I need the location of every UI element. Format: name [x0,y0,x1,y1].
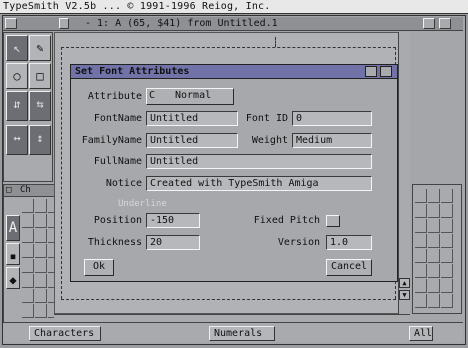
rectangle-tool-icon[interactable]: □ [29,63,51,89]
weight-label: Weight [251,135,288,146]
attribute-label: Attribute [87,91,142,102]
document-title: - 1: A (65, $41) from Untitled.1 [85,18,278,29]
fontname-label: FontName [93,113,142,124]
diamond-tool-icon[interactable]: ◆ [6,267,20,289]
vertical-scrollbar[interactable]: ▲ ▼ [398,32,410,314]
bottom-tab-bar: Characters Numerals All [3,322,463,342]
pointer-tool-icon[interactable]: ↖ [6,35,28,61]
familyname-label: FamilyName [81,135,142,146]
notice-label: Notice [105,178,142,189]
document-title-bar[interactable]: - 1: A (65, $41) from Untitled.1 [3,17,463,31]
cycle-icon: C [149,90,156,101]
toolbox: ↖ ✎ ○ □ ⇵ ⇆ ↔ ↕ [3,32,53,182]
version-field[interactable]: 1.0 [326,235,372,250]
measure-tool-icon[interactable]: ↕ [29,125,51,155]
position-label: Position [93,215,142,226]
attribute-value: Normal [175,90,212,101]
dialog-title: Set Font Attributes [75,66,190,77]
character-palette: □ Ch A ▪ ◆ [3,184,59,334]
fontname-field[interactable]: Untitled [146,111,238,126]
screen-title-bar[interactable]: TypeSmith V2.5b ... © 1991-1996 Reiog, I… [0,0,468,14]
left-bearing-guide [61,47,62,299]
position-field[interactable]: -150 [146,213,200,228]
fontid-label: Font ID [245,113,288,124]
knife-tool-icon[interactable]: ⇆ [29,91,51,121]
thickness-label: Thickness [87,237,142,248]
descender-guide [61,299,401,300]
palette-tool-icon[interactable]: ▪ [6,243,20,265]
palette-close-icon[interactable]: □ [6,185,11,195]
palette-column-label: Ch [20,185,31,195]
thickness-field[interactable]: 20 [146,235,200,250]
close-gadget-icon[interactable] [5,18,17,29]
fullname-label: FullName [93,156,142,167]
cancel-button[interactable]: Cancel [326,259,372,276]
ok-button[interactable]: Ok [84,259,114,276]
all-tab[interactable]: All [409,326,433,341]
scroll-up-icon[interactable]: ▲ [399,278,410,288]
center-guide [275,37,276,47]
character-palette-header[interactable]: □ Ch [4,185,58,197]
scroll-down-icon[interactable]: ▼ [399,290,410,300]
ellipse-tool-icon[interactable]: ○ [6,63,28,89]
ascender-guide [61,47,401,48]
fixed-pitch-label: Fixed Pitch [253,215,320,226]
text-tool-icon[interactable]: A [6,215,20,241]
dialog-title-bar[interactable]: Set Font Attributes [71,65,397,79]
zoom-gadget-icon[interactable] [365,66,377,77]
numerals-tab[interactable]: Numerals [209,326,275,341]
window-small-gadget-icon[interactable] [59,18,69,29]
notice-field[interactable]: Created with TypeSmith Amiga [146,176,372,191]
fullname-field[interactable]: Untitled [146,154,372,169]
screen-title: TypeSmith V2.5b ... © 1991-1996 Reiog, I… [3,1,271,12]
attribute-cycle-button[interactable]: C Normal [146,88,234,105]
fixed-pitch-checkbox[interactable] [326,215,340,227]
width-tool-icon[interactable]: ↔ [6,125,28,155]
zoom-gadget-icon[interactable] [423,18,435,29]
glyph-grid-palette [412,184,462,314]
point-tool-icon[interactable]: ⇵ [6,91,28,121]
pen-tool-icon[interactable]: ✎ [29,35,51,61]
depth-gadget-icon[interactable] [439,18,451,29]
version-label: Version [277,237,320,248]
underline-group-label: Underline [118,199,167,209]
fontid-field[interactable]: 0 [292,111,372,126]
weight-field[interactable]: Medium [292,133,372,148]
horizontal-scrollbar[interactable] [54,314,410,322]
familyname-field[interactable]: Untitled [146,133,238,148]
depth-gadget-icon[interactable] [380,66,392,77]
characters-tab[interactable]: Characters [29,326,101,341]
